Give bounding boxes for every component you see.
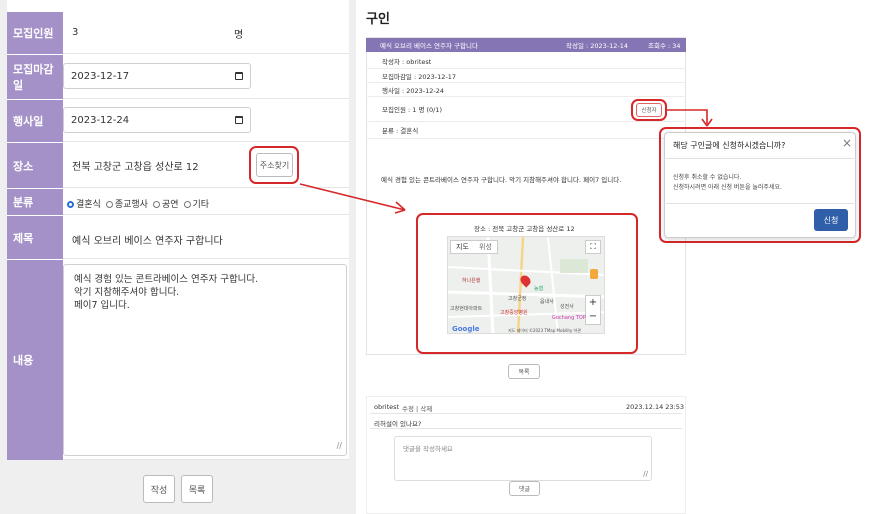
modal-line2: 신청하시려면 아래 신청 버튼을 눌러주세요. [673,184,782,191]
modal-divider [664,203,856,204]
modal-close-icon[interactable]: × [842,136,852,150]
modal-title: 해당 구인글에 신청하시겠습니까? [673,141,786,150]
modal-confirm-button[interactable]: 신청 [814,209,848,231]
modal-divider [664,158,856,159]
annotation-arrows [299,109,713,214]
modal-line1: 신청후 취소할 수 없습니다. [673,174,742,181]
